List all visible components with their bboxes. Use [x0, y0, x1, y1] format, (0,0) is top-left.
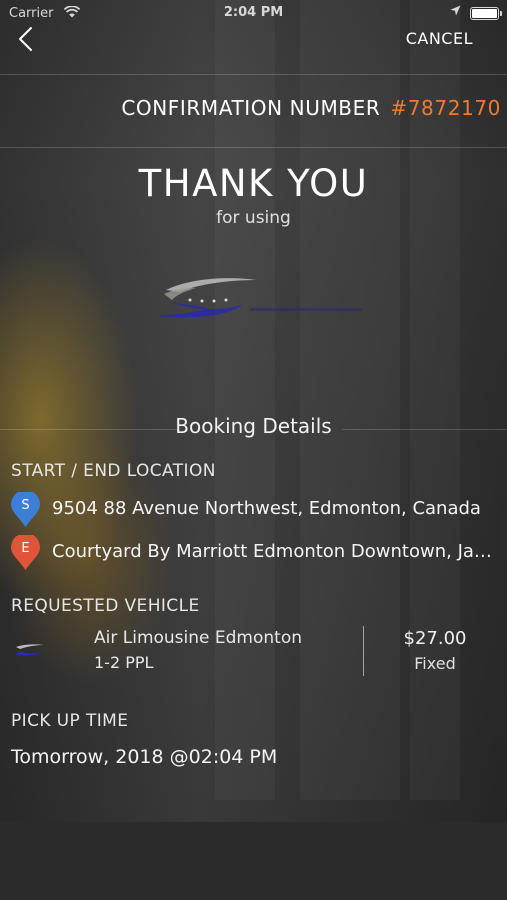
thank-you-title: THANK YOU [138, 162, 369, 205]
navigation-bar: CANCEL [0, 26, 507, 74]
status-bar: Carrier 2:04 PM [0, 0, 507, 26]
vehicle-label: REQUESTED VEHICLE [11, 596, 200, 616]
back-button[interactable] [14, 26, 42, 54]
end-address: Courtyard By Marriott Edmonton Downtown,… [52, 541, 499, 562]
thank-you-subtitle: for using [216, 208, 291, 228]
confirmation-label: CONFIRMATION NUMBER [121, 96, 381, 120]
clock: 2:04 PM [223, 5, 284, 20]
start-location: S 9504 88 Avenue Northwest, Edmonton, Ca… [10, 492, 499, 528]
confirmation-value: #7872170 [390, 96, 501, 120]
end-location: E Courtyard By Marriott Edmonton Downtow… [10, 535, 499, 571]
end-pin-icon: E [10, 535, 41, 571]
location-label: START / END LOCATION [11, 461, 216, 481]
chevron-left-icon [19, 27, 32, 51]
pickup-time: Tomorrow, 2018 @02:04 PM [11, 746, 278, 768]
start-marker-letter: S [21, 498, 30, 513]
confirmation-number: CONFIRMATION NUMBER #7872170 [121, 96, 501, 120]
battery-level [472, 9, 497, 18]
end-marker-letter: E [21, 541, 30, 556]
pickup-label: PICK UP TIME [11, 711, 129, 731]
vehicle-row: Air Limousine Edmonton 1-2 PPL $27.00 Fi… [0, 624, 507, 678]
bottom-bar [0, 822, 507, 900]
company-logo [150, 274, 370, 326]
location-arrow-icon [450, 5, 461, 20]
divider [0, 74, 507, 75]
vehicle-capacity: 1-2 PPL [94, 653, 154, 672]
vehicle-logo-icon [14, 642, 50, 656]
battery-icon [470, 7, 502, 20]
start-address: 9504 88 Avenue Northwest, Edmonton, Cana… [52, 498, 481, 519]
start-pin-icon: S [10, 492, 41, 528]
booking-details-title: Booking Details [175, 414, 332, 438]
price-type: Fixed [414, 654, 456, 673]
vehicle-separator [363, 626, 364, 676]
vehicle-price: $27.00 [403, 628, 467, 649]
divider [0, 147, 507, 148]
cancel-button[interactable]: CANCEL [406, 29, 473, 48]
vehicle-name: Air Limousine Edmonton [94, 628, 303, 648]
